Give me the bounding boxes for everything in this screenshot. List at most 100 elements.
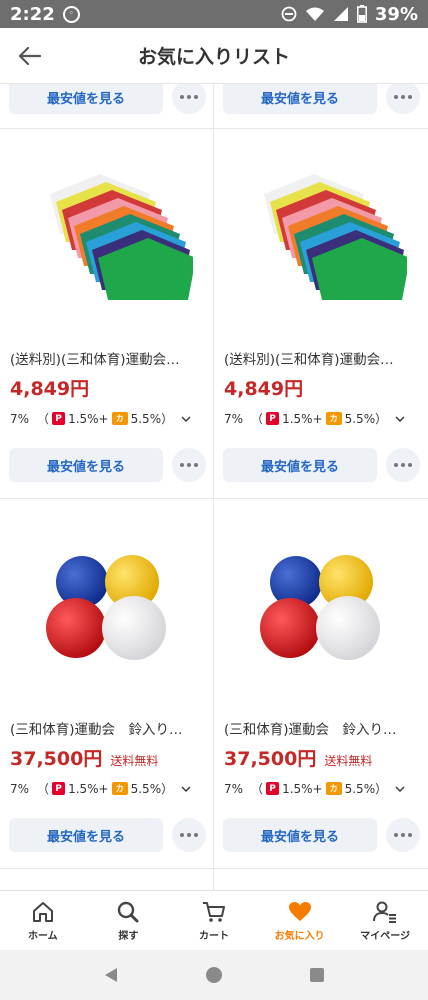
product-price: 37,500円 送料無料 (10, 744, 158, 771)
chevron-down-icon[interactable] (181, 784, 191, 794)
pay-rate: 1.5%+ (68, 411, 109, 426)
status-bar: 2:22 ◦ 39% (0, 0, 428, 28)
system-nav (0, 950, 428, 1000)
points-rate: 7% (10, 411, 30, 426)
card-rate: 5.5% (344, 411, 376, 426)
system-back-icon[interactable] (102, 966, 120, 984)
card-badge-icon: カ (325, 782, 342, 795)
more-icon[interactable] (172, 818, 206, 852)
points-open: （ (251, 782, 264, 796)
nav-label: ホーム (27, 931, 58, 942)
battery-level: 39% (374, 3, 418, 25)
points-info[interactable]: 7% （ P 1.5%+ カ 5.5% ） (10, 780, 191, 797)
product-name[interactable]: (三和体育)運動会 鈴入り… (224, 718, 420, 738)
page-title: お気に入りリスト (137, 46, 290, 68)
product-price: 37,500円 送料無料 (224, 744, 372, 771)
card-badge-icon: カ (111, 412, 128, 425)
product-card[interactable]: (送料別)(三和体育)運動会… 4,849円 7% （ P 1.5%+ カ 5.… (0, 128, 213, 498)
points-info[interactable]: 7% （ P 1.5%+ カ 5.5% ） (224, 780, 405, 797)
product-image-balls[interactable] (20, 534, 193, 684)
signal-icon (333, 7, 348, 21)
product-price: 4,849円 (10, 374, 97, 401)
product-name[interactable]: (送料別)(三和体育)運動会… (10, 348, 206, 368)
favorites-grid[interactable]: 最安値を見る 最安値を見る (送料別)(三和体育)運動会… 4,849円 7% (0, 84, 428, 890)
points-close: ） (161, 782, 174, 796)
price-value: 4,849円 (224, 378, 304, 400)
card-badge-icon: カ (325, 412, 342, 425)
points-rate: 7% (224, 781, 244, 796)
nav-cart[interactable]: カート (171, 891, 257, 950)
more-icon[interactable] (386, 818, 420, 852)
nav-favorites[interactable]: お気に入り (257, 891, 343, 950)
chevron-down-icon[interactable] (395, 414, 405, 424)
dnd-icon (281, 6, 297, 22)
home-icon (32, 902, 53, 922)
product-name[interactable]: (三和体育)運動会 鈴入り… (10, 718, 206, 738)
user-icon (373, 901, 397, 923)
nav-search[interactable]: 探す (86, 891, 172, 950)
chevron-down-icon[interactable] (181, 414, 191, 424)
cheapest-button[interactable]: 最安値を見る (223, 818, 377, 852)
cart-icon (202, 902, 225, 922)
pay-rate: 1.5%+ (68, 781, 109, 796)
points-close: ） (375, 782, 388, 796)
points-close: ） (375, 412, 388, 426)
points-open: （ (251, 412, 264, 426)
pay-rate: 1.5%+ (282, 781, 323, 796)
points-info[interactable]: 7% （ P 1.5%+ カ 5.5% ） (224, 410, 405, 427)
product-card[interactable]: (三和体育)運動会 鈴入り… 37,500円 送料無料 7% （ P 1.5%+… (0, 498, 213, 868)
product-price: 4,849円 (224, 374, 311, 401)
pay-badge-icon: P (266, 782, 280, 795)
more-icon[interactable] (386, 448, 420, 482)
cheapest-button[interactable]: 最安値を見る (223, 448, 377, 482)
nav-label: 探す (118, 931, 139, 942)
status-time: 2:22 (10, 3, 55, 25)
pay-rate: 1.5%+ (282, 411, 323, 426)
more-icon[interactable] (386, 84, 420, 114)
more-icon[interactable] (172, 84, 206, 114)
product-image-shorts[interactable] (20, 164, 193, 314)
product-image-balls[interactable] (234, 534, 407, 684)
bottom-nav: ホーム 探す カート お気に入り マイページ (0, 890, 428, 950)
chevron-down-icon[interactable] (395, 784, 405, 794)
product-image-shorts[interactable] (234, 164, 407, 314)
heart-icon (288, 902, 311, 921)
cheapest-button[interactable]: 最安値を見る (9, 818, 163, 852)
battery-icon (356, 5, 367, 23)
card-rate: 5.5% (130, 781, 162, 796)
cheapest-button[interactable]: 最安値を見る (223, 84, 377, 114)
price-value: 4,849円 (10, 378, 90, 400)
points-open: （ (37, 412, 50, 426)
cheapest-button[interactable]: 最安値を見る (9, 84, 163, 114)
nav-label: お気に入り (274, 931, 325, 942)
shipping-label: 送料無料 (110, 754, 159, 768)
wifi-icon (305, 7, 324, 21)
pay-badge-icon: P (52, 412, 66, 425)
pay-badge-icon: P (266, 412, 280, 425)
points-rate: 7% (10, 781, 30, 796)
card-badge-icon: カ (111, 782, 128, 795)
nav-mypage[interactable]: マイページ (342, 891, 428, 950)
nav-label: カート (198, 931, 229, 942)
product-name[interactable]: (送料別)(三和体育)運動会… (224, 348, 420, 368)
more-icon[interactable] (172, 448, 206, 482)
back-arrow-icon[interactable] (16, 42, 44, 70)
system-home-icon[interactable] (205, 966, 223, 984)
row-divider (0, 868, 428, 869)
price-value: 37,500円 (224, 748, 317, 770)
system-recents-icon[interactable] (308, 966, 326, 984)
nav-home[interactable]: ホーム (0, 891, 86, 950)
points-info[interactable]: 7% （ P 1.5%+ カ 5.5% ） (10, 410, 191, 427)
pay-badge-icon: P (52, 782, 66, 795)
product-card[interactable]: (三和体育)運動会 鈴入り… 37,500円 送料無料 7% （ P 1.5%+… (214, 498, 427, 868)
product-card[interactable]: (送料別)(三和体育)運動会… 4,849円 7% （ P 1.5%+ カ 5.… (214, 128, 427, 498)
points-rate: 7% (224, 411, 244, 426)
search-icon (118, 901, 139, 923)
cheapest-button[interactable]: 最安値を見る (9, 448, 163, 482)
card-rate: 5.5% (344, 781, 376, 796)
points-open: （ (37, 782, 50, 796)
nav-label: マイページ (360, 931, 411, 942)
app-header: お気に入りリスト (0, 28, 428, 84)
points-close: ） (161, 412, 174, 426)
price-value: 37,500円 (10, 748, 103, 770)
